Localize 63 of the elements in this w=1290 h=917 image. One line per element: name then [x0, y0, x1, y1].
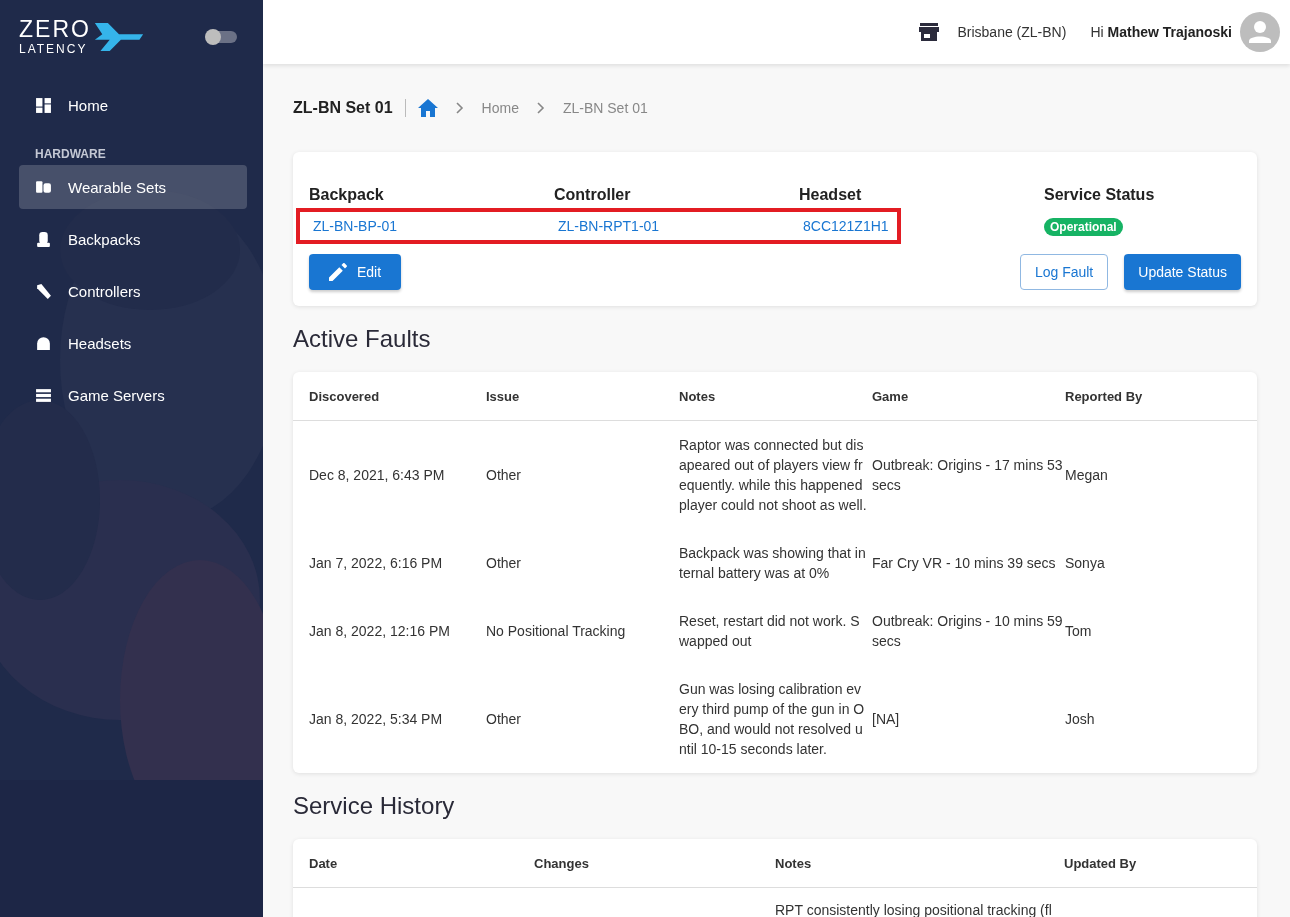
user-greeting: Hi Mathew Trajanoski	[1090, 24, 1232, 40]
device-link[interactable]: 8CC121Z1H1	[803, 218, 897, 234]
table-cell-text: Sonya	[1065, 554, 1106, 573]
nav-item[interactable]: Wearable Sets	[19, 165, 247, 209]
table-cell-text: Jan 8, 2022, 12:16 PM	[309, 622, 451, 641]
nav-item[interactable]: Backpacks	[19, 217, 247, 261]
logo[interactable]: ZERO LATENCY	[19, 18, 145, 55]
edit-button[interactable]: Edit	[309, 254, 402, 290]
action-button[interactable]: Update Status	[1124, 254, 1241, 290]
table-cell-text: Dec 8, 2021, 6:43 PM	[309, 466, 446, 485]
chevron-icon	[455, 102, 464, 114]
page-title: ZL-BN Set 01	[293, 99, 393, 117]
table-cell-text: Jan 7, 2022, 6:16 PM	[309, 554, 444, 573]
chevron-icon	[536, 102, 545, 114]
section-title: Service History	[293, 791, 456, 821]
home-icon[interactable]	[417, 99, 438, 117]
column-heading: Notes	[775, 855, 813, 871]
table-cell-text: Raptor was connected but disapeared out of players view frequently. while this happened player could not shoot as well.	[679, 436, 868, 515]
table-cell-text: Josh	[1065, 710, 1096, 729]
server-icon	[35, 386, 52, 404]
nav-item[interactable]: Game Servers	[19, 373, 247, 417]
table-cell-text: Jan 8, 2022, 5:34 PM	[309, 710, 444, 729]
column-heading: Reported By	[1065, 388, 1144, 404]
table-cell-text: Outbreak: Origins - 17 mins 53 secs	[872, 456, 1064, 495]
table-cell-text: [NA]	[872, 710, 901, 729]
column-heading: Changes	[534, 855, 590, 871]
column-heading: Service Status	[1044, 186, 1156, 204]
section-title: Active Faults	[293, 324, 432, 354]
nav-item[interactable]: Controllers	[19, 269, 247, 313]
column-heading: Backpack	[309, 186, 385, 204]
backpack-icon	[35, 230, 52, 248]
table-cell-text: Tom	[1065, 622, 1093, 641]
table-cell-text: Other	[486, 466, 522, 485]
device-link[interactable]: ZL-BN-RPT1-01	[558, 218, 803, 234]
table-cell-text: Reset, restart did not work. Swapped out	[679, 612, 861, 651]
grid-icon	[35, 96, 52, 114]
column-heading: Controller	[554, 186, 632, 204]
column-heading: Discovered	[309, 388, 381, 404]
table-cell-text: Gun was losing calibration every third pump of the gun in OBO, and would not resolved until 10-15 seconds later.	[679, 680, 866, 759]
column-heading: Updated By	[1064, 855, 1138, 871]
table-cell-text: RPT consistently losing positional tracking (fl	[775, 901, 1053, 917]
action-button[interactable]: Log Fault	[1019, 254, 1109, 290]
store-icon	[919, 23, 940, 41]
column-heading: Notes	[679, 388, 717, 404]
device-link[interactable]: ZL-BN-BP-01	[313, 218, 558, 234]
location-label[interactable]: Brisbane (ZL-BN)	[957, 24, 1067, 40]
column-heading: Date	[309, 855, 339, 871]
table-cell-text: Backpack was showing that internal battery was at 0%	[679, 544, 867, 583]
column-heading: Headset	[799, 186, 863, 204]
table-cell-text: No Positional Tracking	[486, 622, 627, 641]
status-badge: Operational	[1044, 218, 1123, 236]
nav-item[interactable]: Home	[19, 83, 247, 127]
pencil-icon	[329, 263, 347, 281]
table-cell-text: Other	[486, 710, 522, 729]
nav-item[interactable]: Headsets	[19, 321, 247, 365]
column-heading: Issue	[486, 388, 521, 404]
theme-toggle[interactable]	[207, 30, 237, 43]
table-cell-text: Other	[486, 554, 522, 573]
section-label: HARDWARE	[34, 146, 107, 163]
table-cell-text: Megan	[1065, 466, 1109, 485]
table-cell-text: Far Cry VR - 10 mins 39 secs	[872, 554, 1057, 573]
table-cell-text: Outbreak: Origins - 10 mins 59 secs	[872, 612, 1064, 651]
column-heading: Game	[872, 388, 910, 404]
